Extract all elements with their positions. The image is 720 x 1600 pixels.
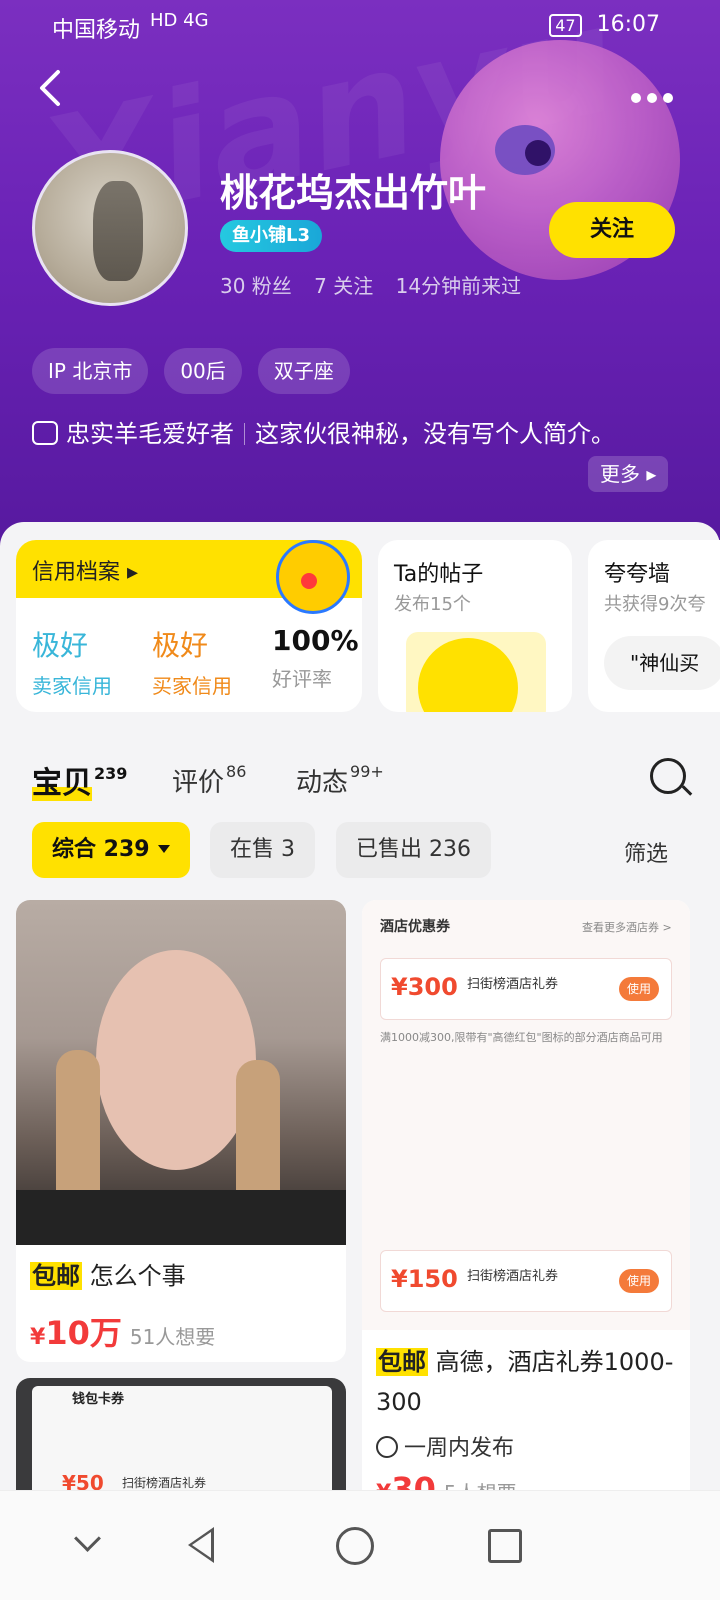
more-dots-icon: [631, 93, 673, 103]
content-area: 信用档案 ▸ 极好 卖家信用 极好 买家信用 100% 好评率 Ta的帖子 发布…: [0, 522, 720, 1600]
seller-credit: 极好 卖家信用: [32, 629, 112, 698]
back-button[interactable]: [36, 68, 76, 108]
product-title: 包邮 高德，酒店礼券1000-300: [376, 1348, 674, 1416]
more-options-button[interactable]: [630, 72, 674, 113]
praise-title: 夸夸墙: [604, 562, 671, 587]
clock-icon: [376, 1436, 398, 1458]
nav-recent-button[interactable]: [472, 1515, 532, 1575]
status-bar: 中国移动 HD 4G 47 16:07: [0, 0, 720, 50]
tag-age: 00后: [164, 348, 242, 394]
system-nav-bar: [0, 1490, 720, 1600]
posts-title: Ta的帖子: [394, 562, 484, 587]
mascot-icon: [276, 540, 350, 614]
badge-icon: [32, 421, 58, 445]
tag-ip: IP 北京市: [32, 348, 149, 394]
last-seen: 14分钟前来过: [395, 274, 522, 298]
bio-tag: 忠实羊毛爱好者: [66, 420, 234, 448]
nav-hide-button[interactable]: [60, 1515, 120, 1575]
filter-all[interactable]: 综合 239: [32, 822, 190, 878]
profile-stats: 30 粉丝 7 关注 14分钟前来过: [220, 270, 537, 299]
product-card[interactable]: 包邮 怎么个事 ¥10万 51人想要: [16, 900, 346, 1362]
search-icon[interactable]: [650, 758, 686, 794]
tag-zodiac: 双子座: [257, 348, 350, 394]
info-cards: 信用档案 ▸ 极好 卖家信用 极好 买家信用 100% 好评率 Ta的帖子 发布…: [0, 522, 720, 722]
product-image: 酒店优惠券 查看更多酒店券 > ¥300 扫街榜酒店礼券 使用 满1000减30…: [362, 900, 690, 1330]
bio-text: 这家伙很神秘，没有写个人简介。: [255, 420, 615, 448]
praise-quote: "神仙买: [604, 636, 720, 690]
signal-icon: HD 4G: [150, 10, 209, 31]
tab-items[interactable]: 宝贝 239: [32, 758, 127, 802]
posts-count: 发布15个: [394, 594, 471, 615]
fans-count[interactable]: 30 粉丝: [220, 274, 292, 298]
username: 桃花坞杰出竹叶: [220, 171, 487, 215]
posts-card[interactable]: Ta的帖子 发布15个: [378, 540, 572, 712]
clock-time: 16:07: [596, 12, 660, 37]
profile-header: Xianyu 中国移动 HD 4G 47 16:07 桃花坞杰出竹叶 鱼小铺L3…: [0, 0, 720, 560]
product-image: [16, 900, 346, 1245]
praise-wall-card[interactable]: 夸夸墙 共获得9次夸 "神仙买: [588, 540, 720, 712]
buyer-credit: 极好 买家信用: [152, 629, 232, 698]
nav-home-button[interactable]: [324, 1515, 384, 1575]
product-price: ¥10万 51人想要: [30, 1314, 216, 1352]
filter-button[interactable]: 筛选: [624, 836, 668, 868]
filter-on-sale[interactable]: 在售 3: [210, 822, 315, 878]
content-tabs: 宝贝 239 评价 86 动态 99+: [32, 758, 692, 808]
nav-back-button[interactable]: [174, 1515, 234, 1575]
filter-bar: 综合 239 在售 3 已售出 236 筛选: [32, 822, 692, 878]
product-title: 包邮 怎么个事: [30, 1262, 186, 1290]
level-badge[interactable]: 鱼小铺L3: [220, 220, 322, 252]
tab-reviews[interactable]: 评价 86: [172, 762, 246, 799]
tab-activity[interactable]: 动态 99+: [296, 762, 384, 799]
following-count[interactable]: 7 关注: [314, 274, 373, 298]
carrier-text: 中国移动: [52, 18, 141, 43]
bio: 忠实羊毛爱好者 这家伙很神秘，没有写个人简介。: [32, 414, 672, 454]
back-arrow-icon: [40, 70, 60, 106]
bio-more-button[interactable]: 更多 ▸: [588, 456, 669, 492]
cat-photo: [93, 181, 143, 281]
filter-sold[interactable]: 已售出 236: [336, 822, 491, 878]
follow-button[interactable]: 关注: [549, 202, 675, 258]
credit-card[interactable]: 信用档案 ▸ 极好 卖家信用 极好 买家信用 100% 好评率: [16, 540, 362, 712]
credit-title: 信用档案 ▸: [32, 560, 139, 585]
battery-icon: 47: [549, 14, 582, 37]
publish-time: 一周内发布: [376, 1430, 514, 1462]
avatar[interactable]: [32, 150, 188, 306]
praise-count: 共获得9次夸: [604, 594, 706, 615]
profile-tags: IP 北京市 00后 双子座: [32, 348, 350, 394]
positive-rate: 100% 好评率: [272, 624, 359, 691]
